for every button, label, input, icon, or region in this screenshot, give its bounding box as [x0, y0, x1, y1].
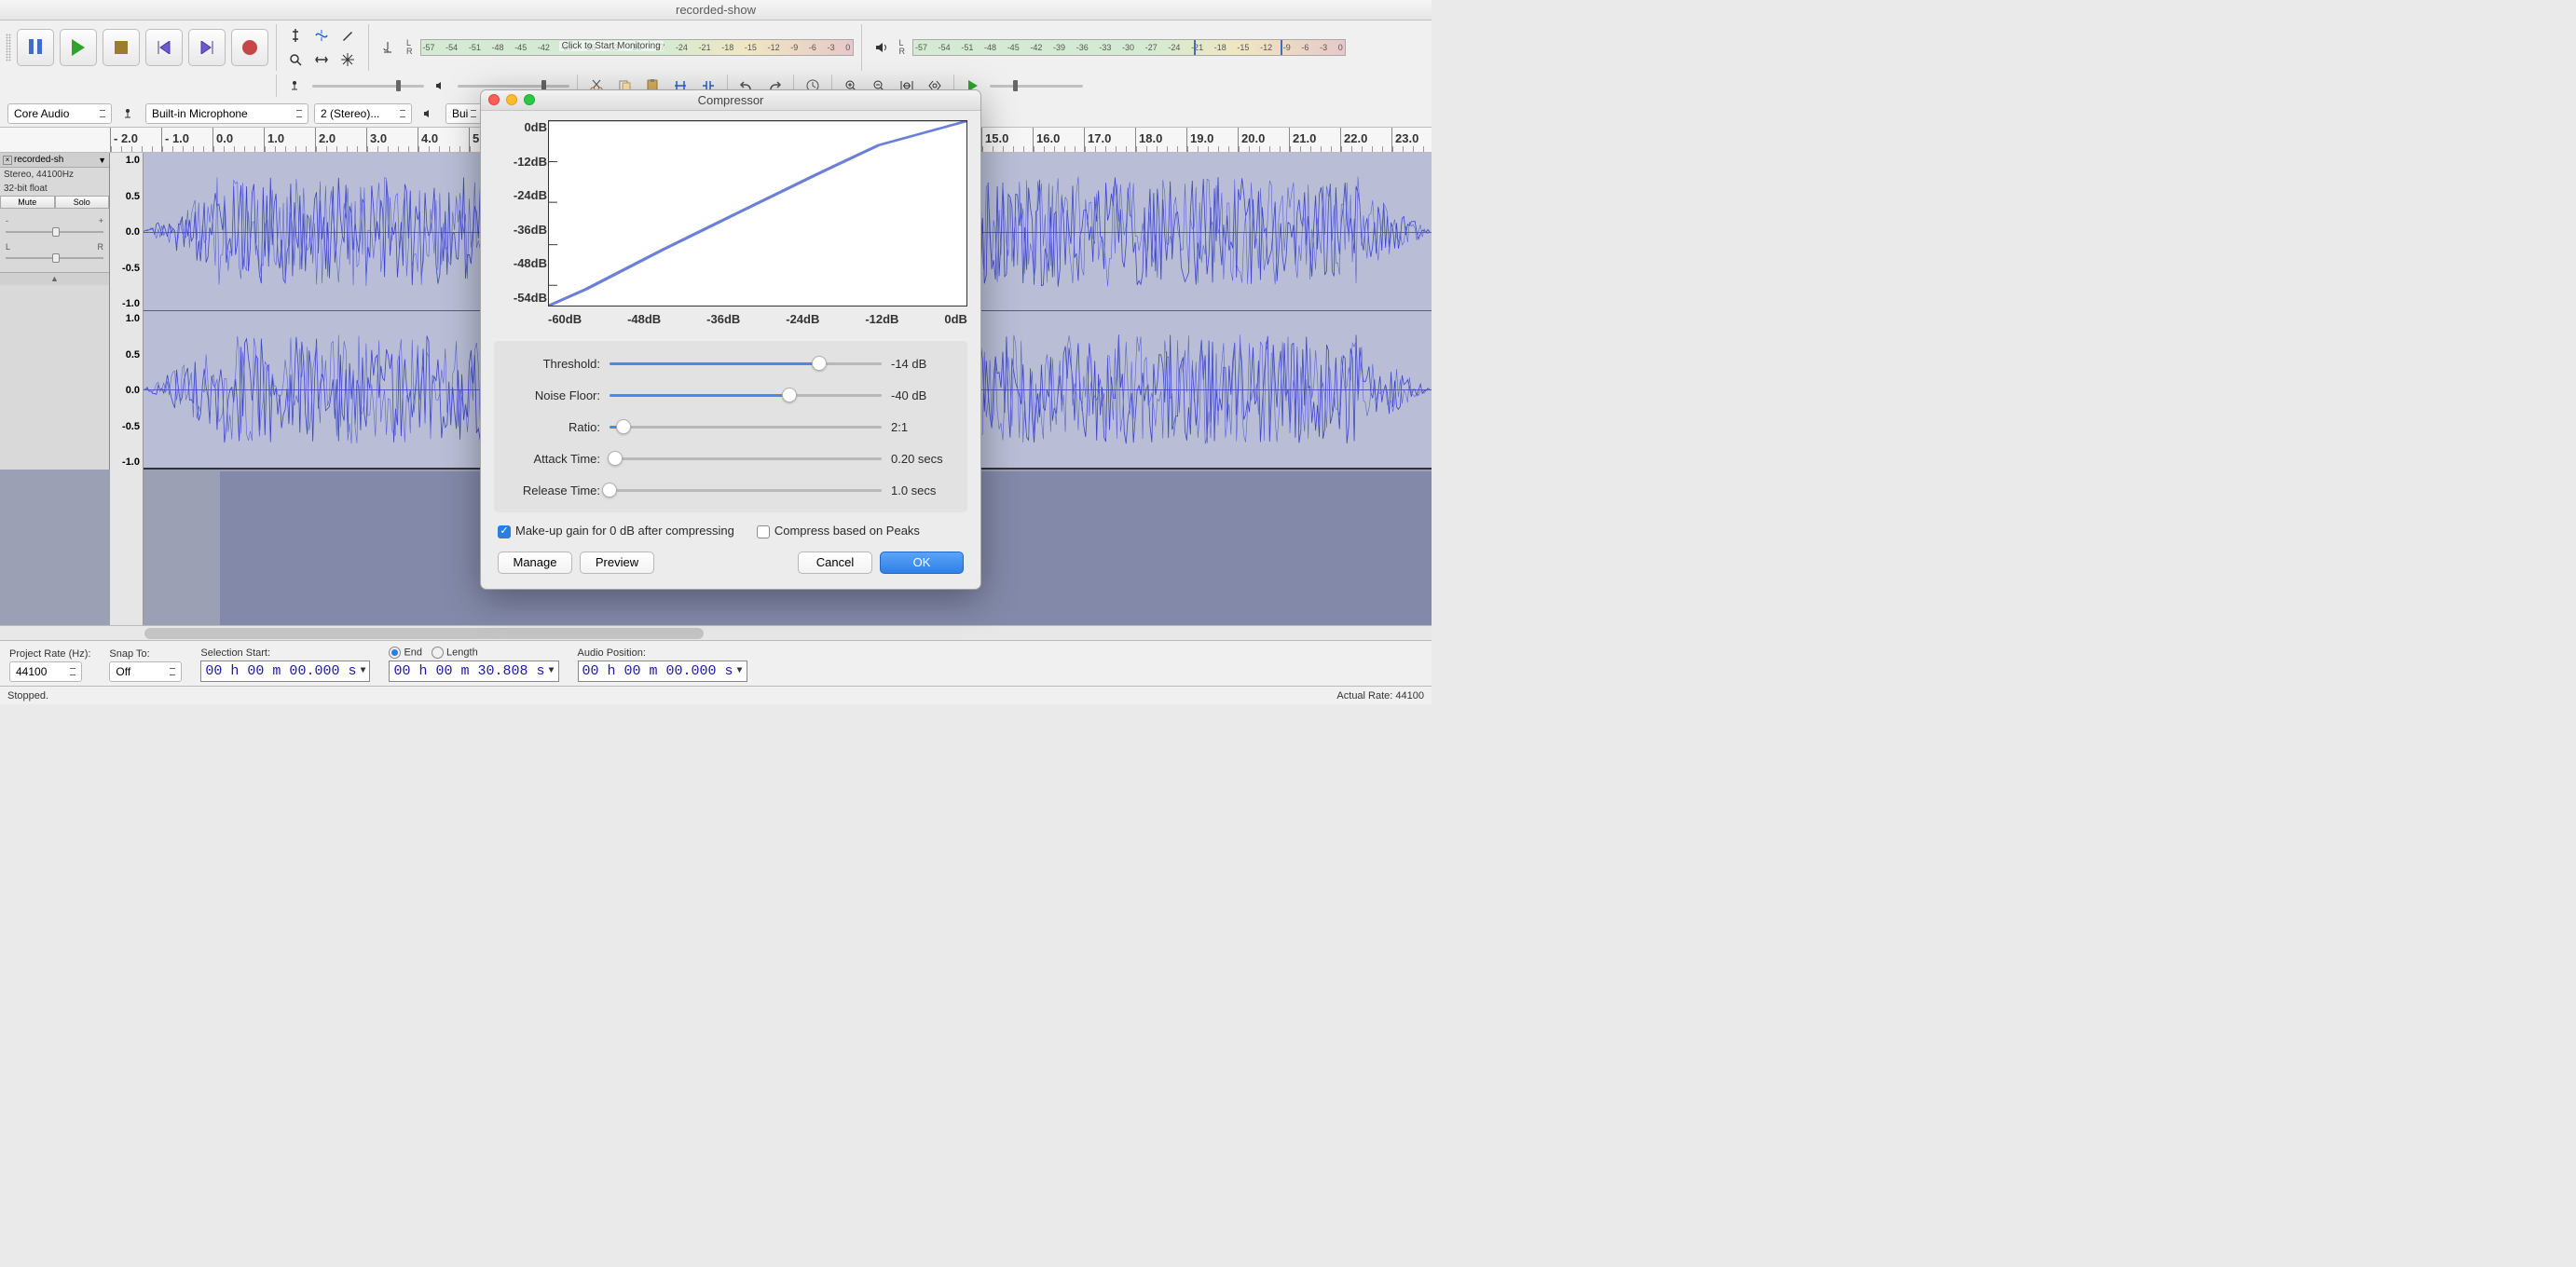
param-slider[interactable]	[610, 386, 882, 404]
grip[interactable]	[6, 34, 11, 61]
audio-host-dropdown[interactable]: Core Audio	[7, 103, 112, 124]
track-menu-icon[interactable]: ▼	[98, 156, 106, 165]
param-value: -40 dB	[891, 388, 956, 402]
param-value: -14 dB	[891, 357, 956, 371]
length-radio[interactable]: Length	[432, 647, 478, 659]
rec-channels-dropdown[interactable]: 2 (Stereo)...	[314, 103, 412, 124]
rate-label: Project Rate (Hz):	[9, 648, 90, 660]
compress-peaks-checkbox[interactable]: Compress based on Peaks	[757, 524, 920, 538]
mic-icon	[117, 102, 140, 125]
param-label: Attack Time:	[505, 452, 600, 466]
param-label: Release Time:	[505, 484, 600, 497]
dialog-title[interactable]: Compressor	[481, 90, 980, 111]
speaker-small-icon	[418, 102, 440, 125]
transfer-curve-graph: 0dB-12dB-24dB-36dB-48dB-54dB	[548, 120, 967, 307]
preview-button[interactable]: Preview	[580, 552, 654, 574]
sel-start-field[interactable]: 00 h 00 m 00.000 s▼	[200, 661, 370, 682]
monitor-label[interactable]: Click to Start Monitoring	[559, 41, 664, 51]
track-depth: 32-bit float	[0, 182, 109, 196]
play-meter[interactable]: -57-54-51-48-45-42-39-36-33-30-27-24-21-…	[912, 39, 1346, 56]
mute-button[interactable]: Mute	[0, 196, 55, 209]
play-vol-icon	[430, 75, 452, 97]
timeshift-tool-icon[interactable]	[310, 48, 333, 71]
mic-vol-icon	[284, 75, 307, 97]
track-control-panel: × recorded-sh ▼ Stereo, 44100Hz 32-bit f…	[0, 153, 110, 470]
rate-dropdown[interactable]: 44100	[9, 661, 82, 682]
pause-button[interactable]	[17, 29, 54, 66]
record-button[interactable]	[231, 29, 268, 66]
status-right: Actual Rate: 44100	[1336, 690, 1424, 702]
ok-button[interactable]: OK	[880, 552, 964, 574]
stop-button[interactable]	[103, 29, 140, 66]
main-window: recorded-show L R -57-54-51	[0, 0, 1432, 704]
pan-slider[interactable]	[6, 253, 103, 263]
play-button[interactable]	[60, 29, 97, 66]
param-label: Noise Floor:	[505, 388, 600, 402]
param-value: 2:1	[891, 420, 956, 434]
skip-start-button[interactable]	[145, 29, 183, 66]
multitool-icon[interactable]	[336, 48, 359, 71]
skip-end-button[interactable]	[188, 29, 226, 66]
draw-tool-icon[interactable]	[336, 24, 359, 47]
param-row-3: Attack Time: 0.20 secs	[505, 449, 956, 468]
play-meter-lr: L R	[897, 39, 908, 56]
param-row-2: Ratio: 2:1	[505, 417, 956, 436]
collapse-button[interactable]: ▲	[0, 272, 109, 285]
status-left: Stopped.	[7, 690, 48, 702]
minimize-icon[interactable]	[506, 94, 517, 105]
param-row-4: Release Time: 1.0 secs	[505, 481, 956, 499]
selection-tool-icon[interactable]	[284, 24, 307, 47]
zoom-icon[interactable]	[524, 94, 535, 105]
rec-meter[interactable]: -57-54-51-48-45-42-39-36-33-30-27-24-21-…	[420, 39, 854, 56]
param-slider[interactable]	[610, 354, 882, 373]
param-slider[interactable]	[610, 449, 882, 468]
play-device-dropdown[interactable]: Bui	[445, 103, 483, 124]
param-panel: Threshold: -14 dB Noise Floor: -40 dB Ratio:…	[494, 341, 967, 512]
audio-pos-field[interactable]: 00 h 00 m 00.000 s▼	[578, 661, 747, 682]
param-slider[interactable]	[610, 417, 882, 436]
titlebar: recorded-show	[0, 0, 1432, 20]
snap-dropdown[interactable]: Off	[109, 661, 182, 682]
param-value: 1.0 secs	[891, 484, 956, 497]
close-icon[interactable]	[488, 94, 500, 105]
cancel-button[interactable]: Cancel	[798, 552, 872, 574]
param-label: Ratio:	[505, 420, 600, 434]
compressor-dialog: Compressor 0dB-12dB-24dB-36dB-48dB-54dB …	[480, 89, 981, 590]
param-row-0: Threshold: -14 dB	[505, 354, 956, 373]
solo-button[interactable]: Solo	[55, 196, 110, 209]
sel-start-label: Selection Start:	[200, 647, 370, 659]
speaker-meter-icon	[870, 36, 892, 59]
zoom-tool-icon[interactable]	[284, 48, 307, 71]
play-speed-slider[interactable]	[990, 77, 1083, 94]
sel-end-field[interactable]: 00 h 00 m 30.808 s▼	[389, 661, 558, 682]
rec-device-dropdown[interactable]: Built-in Microphone	[145, 103, 308, 124]
param-row-1: Noise Floor: -40 dB	[505, 386, 956, 404]
track-name[interactable]: recorded-sh	[14, 155, 63, 165]
close-track-icon[interactable]: ×	[3, 156, 12, 165]
rec-meter-lr: L R	[404, 39, 415, 56]
param-value: 0.20 secs	[891, 452, 956, 466]
pos-label: Audio Position:	[578, 647, 747, 659]
snap-label: Snap To:	[109, 648, 182, 660]
param-slider[interactable]	[610, 481, 882, 499]
rec-volume-slider[interactable]	[312, 77, 424, 94]
mic-meter-icon	[377, 36, 399, 59]
param-label: Threshold:	[505, 357, 600, 371]
end-radio[interactable]: End	[389, 647, 422, 659]
gain-slider[interactable]	[6, 227, 103, 237]
manage-button[interactable]: Manage	[498, 552, 572, 574]
makeup-gain-checkbox[interactable]: Make-up gain for 0 dB after compressing	[498, 524, 734, 538]
envelope-tool-icon[interactable]	[310, 24, 333, 47]
horizontal-scrollbar[interactable]	[0, 625, 1432, 640]
track-format: Stereo, 44100Hz	[0, 168, 109, 182]
